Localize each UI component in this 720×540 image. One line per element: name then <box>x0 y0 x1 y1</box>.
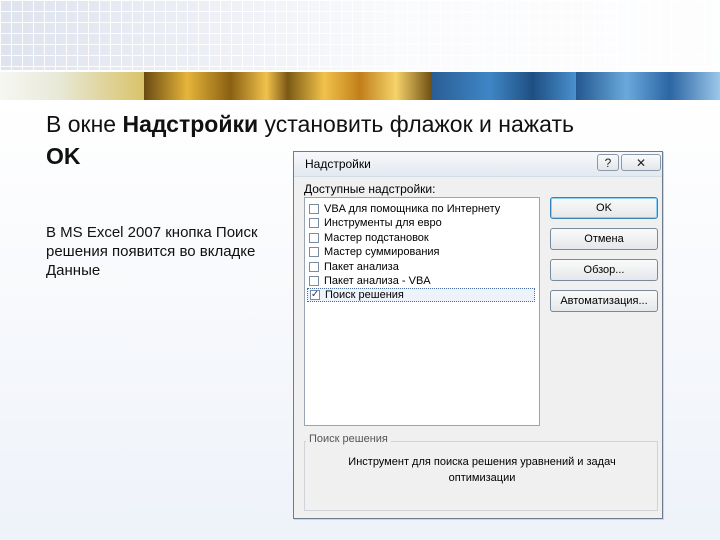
list-item[interactable]: Инструменты для евро <box>307 216 535 230</box>
list-item-selected[interactable]: ✓ Поиск решения <box>307 288 535 302</box>
dialog-titlebar[interactable]: Надстройки ? ✕ <box>294 152 662 177</box>
addin-checkbox[interactable] <box>309 218 319 228</box>
addin-label: Пакет анализа <box>324 261 399 273</box>
list-item[interactable]: VBA для помощника по Интернету <box>307 202 535 216</box>
addin-label: Поиск решения <box>325 289 404 301</box>
heading-bold-2: OK <box>46 143 81 169</box>
addin-checkbox[interactable] <box>309 233 319 243</box>
banner-segment-3 <box>288 72 432 100</box>
banner-segment-5 <box>576 72 720 100</box>
addins-dialog: Надстройки ? ✕ Доступные надстройки: VBA… <box>293 151 663 519</box>
help-icon: ? <box>604 155 612 170</box>
dialog-title: Надстройки <box>305 157 371 171</box>
list-item[interactable]: Мастер подстановок <box>307 231 535 245</box>
banner-segment-4 <box>432 72 576 100</box>
available-addins-label: Доступные надстройки: <box>304 182 436 196</box>
addin-checkbox[interactable] <box>309 247 319 257</box>
heading-text-1: В окне <box>46 111 123 137</box>
addin-checkbox[interactable] <box>309 276 319 286</box>
list-item[interactable]: Пакет анализа <box>307 260 535 274</box>
addin-label: Пакет анализа - VBA <box>324 275 431 287</box>
list-item[interactable]: Пакет анализа - VBA <box>307 274 535 288</box>
heading-text-2: установить флажок и нажать <box>258 111 574 137</box>
header-image-strip <box>0 72 720 100</box>
ok-button[interactable]: OK <box>550 197 658 219</box>
addin-checkbox-checked[interactable]: ✓ <box>310 290 320 300</box>
description-group-title: Поиск решения <box>306 433 391 445</box>
addin-label: VBA для помощника по Интернету <box>324 203 501 215</box>
banner-segment-1 <box>0 72 144 100</box>
cancel-button[interactable]: Отмена <box>550 228 658 250</box>
addin-checkbox[interactable] <box>309 262 319 272</box>
addin-description: Инструмент для поиска решения уравнений … <box>348 456 616 484</box>
addin-label: Инструменты для евро <box>324 217 442 229</box>
close-icon: ✕ <box>635 155 647 170</box>
close-button[interactable]: ✕ <box>621 154 661 171</box>
list-item[interactable]: Мастер суммирования <box>307 245 535 259</box>
addin-checkbox[interactable] <box>309 204 319 214</box>
addin-label: Мастер суммирования <box>324 246 440 258</box>
help-button[interactable]: ? <box>597 154 619 171</box>
banner-segment-2 <box>144 72 288 100</box>
heading-bold-1: Надстройки <box>122 111 259 137</box>
slide-note: В MS Excel 2007 кнопка Поиск решения поя… <box>46 224 258 279</box>
addin-label: Мастер подстановок <box>324 232 429 244</box>
addins-listbox[interactable]: VBA для помощника по Интернету Инструмен… <box>304 197 540 426</box>
header-grid-fade <box>0 0 720 70</box>
automation-button[interactable]: Автоматизация... <box>550 290 658 312</box>
browse-button[interactable]: Обзор... <box>550 259 658 281</box>
